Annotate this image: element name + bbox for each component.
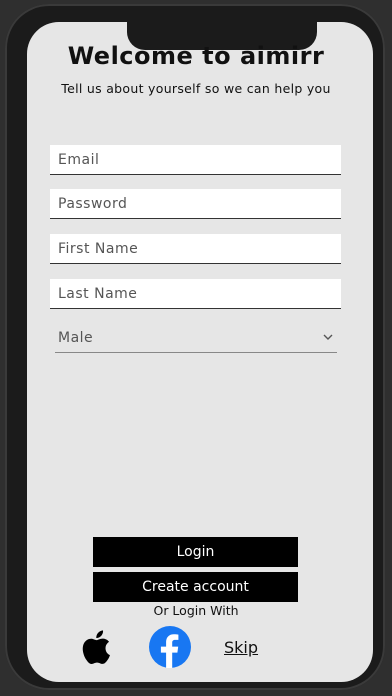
chevron-down-icon: [323, 331, 333, 344]
page-subtitle: Tell us about yourself so we can help yo…: [61, 81, 331, 96]
gender-select-value: Male: [58, 330, 94, 346]
password-field-container: [50, 189, 341, 219]
first-name-field[interactable]: [50, 234, 341, 263]
first-name-field-container: [50, 234, 341, 264]
gender-select[interactable]: Male: [55, 325, 337, 353]
apple-icon[interactable]: [74, 624, 120, 670]
facebook-icon[interactable]: [148, 625, 192, 669]
last-name-field[interactable]: [50, 279, 341, 308]
or-login-with-label: Or Login With: [153, 603, 239, 618]
login-button[interactable]: Login: [93, 537, 298, 567]
email-field-container: [50, 145, 341, 175]
password-field[interactable]: [50, 189, 341, 218]
skip-link[interactable]: Skip: [224, 638, 258, 657]
create-account-button[interactable]: Create account: [93, 572, 298, 602]
page-title: Welcome to aimirr: [67, 42, 325, 70]
email-field[interactable]: [50, 145, 341, 174]
last-name-field-container: [50, 279, 341, 309]
